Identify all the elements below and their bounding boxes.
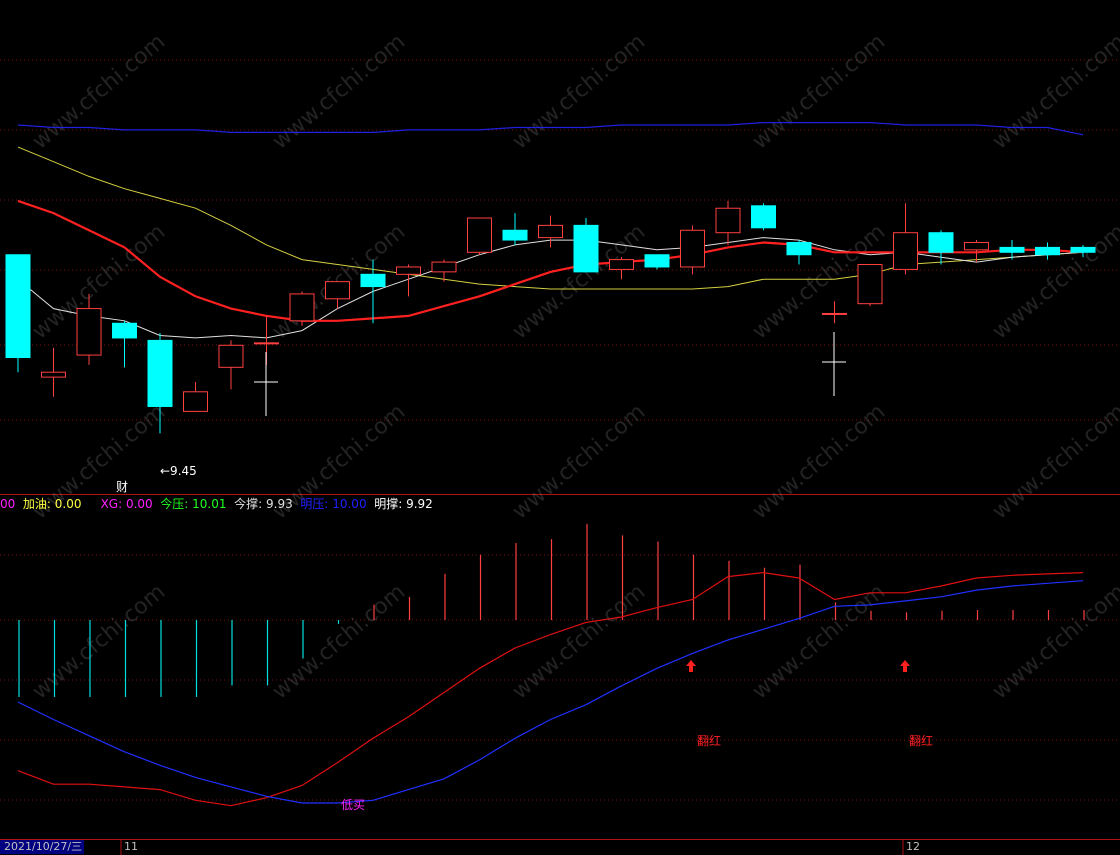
candle-body-3 — [112, 322, 137, 339]
candle-body-7 — [254, 342, 279, 345]
indicator-item-6: 明撑: 9.92 — [366, 497, 433, 511]
candle-body-9 — [325, 281, 350, 300]
candle-24 — [857, 264, 883, 307]
candle-body-18 — [644, 254, 670, 268]
candle-body-22 — [786, 242, 812, 256]
candle-29 — [1035, 242, 1060, 260]
grid-lines — [0, 59, 1120, 855]
candle-body-6 — [218, 344, 244, 368]
candle-body-12 — [431, 261, 457, 273]
candle-25 — [893, 203, 918, 275]
up-arrow-icon — [900, 660, 910, 672]
candle-body-13 — [467, 217, 492, 253]
candle-3 — [112, 320, 137, 368]
candle-body-10 — [360, 273, 386, 288]
candle-body-30 — [1070, 246, 1096, 253]
candle-16 — [573, 218, 599, 273]
candle-23 — [822, 301, 847, 324]
indicator-item-5: 明压: 10.00 — [292, 497, 367, 511]
oscillator-lines — [17, 571, 1084, 807]
watermark-9: www.cfchi.com — [988, 219, 1120, 344]
candle-1 — [41, 347, 66, 397]
osc-blue-line — [17, 580, 1084, 804]
candle-17 — [609, 257, 634, 280]
candle-body-14 — [502, 229, 528, 241]
candle-body-25 — [893, 232, 918, 270]
candle-6 — [218, 340, 244, 390]
indicator-item-2: XG: 0.00 — [81, 497, 153, 511]
watermark-15: www.cfchi.com — [28, 579, 170, 704]
candle-body-2 — [76, 308, 102, 356]
signal-flip-red-1: 翻红 — [697, 734, 722, 748]
candle-11 — [396, 264, 421, 297]
candle-20 — [715, 200, 741, 245]
candle-body-26 — [928, 232, 954, 253]
candle-body-20 — [715, 207, 741, 234]
candle-body-16 — [573, 224, 599, 273]
stock-chart-window: www.cfchi.com www.cfchi.com www.cfchi.com w… — [0, 0, 1120, 855]
watermark-1: www.cfchi.com — [268, 29, 410, 154]
indicator-item-4: 今撑: 9.93 — [226, 497, 293, 511]
candle-26 — [928, 230, 954, 265]
candle-body-29 — [1035, 246, 1060, 256]
candle-body-19 — [680, 229, 705, 268]
candle-5 — [183, 382, 208, 412]
chart-canvas: www.cfchi.com www.cfchi.com www.cfchi.com w… — [0, 29, 1120, 855]
cursor-date: 2021/10/27/三 — [0, 840, 85, 854]
candle-0 — [5, 254, 31, 373]
candle-body-4 — [147, 339, 173, 407]
date-axis: 2021/10/27/三 11 12 — [0, 839, 1120, 855]
signal-low-buy: 低买 — [341, 798, 366, 812]
candle-body-21 — [751, 205, 776, 229]
low-price-marker: ←9.45 — [160, 464, 197, 478]
candle-body-15 — [538, 224, 563, 239]
candle-body-24 — [857, 264, 883, 305]
watermark-16: www.cfchi.com — [268, 579, 410, 704]
candle-body-5 — [183, 391, 208, 412]
watermark-12: www.cfchi.com — [508, 399, 650, 524]
watermark-17: www.cfchi.com — [508, 579, 650, 704]
month-label-11: 11 — [124, 840, 138, 853]
candle-body-0 — [5, 254, 31, 359]
indicator-item-1: 加油: 0.00 — [15, 497, 82, 511]
watermark-13: www.cfchi.com — [748, 399, 890, 524]
candle-15 — [538, 215, 563, 248]
indicator-item-0: 00 — [0, 497, 16, 511]
candle-body-1 — [41, 371, 66, 378]
candle-body-23 — [822, 312, 847, 315]
watermark-layer: www.cfchi.com www.cfchi.com www.cfchi.com w… — [28, 29, 1120, 704]
watermark-19: www.cfchi.com — [988, 579, 1120, 704]
watermark-4: www.cfchi.com — [988, 29, 1120, 154]
candle-body-28 — [999, 246, 1025, 253]
indicator-readout: 00 加油: 0.00 XG: 0.00 今压: 10.01 今撑: 9.93 … — [0, 495, 433, 513]
finance-marker[interactable]: 财 — [116, 478, 128, 495]
candle-14 — [502, 213, 528, 245]
signal-flip-red-2: 翻红 — [909, 734, 934, 748]
candle-body-17 — [609, 259, 634, 270]
candle-22 — [786, 240, 812, 265]
candle-21 — [751, 203, 776, 231]
candle-body-8 — [289, 293, 315, 322]
candle-body-27 — [964, 242, 989, 251]
watermark-0: www.cfchi.com — [28, 29, 170, 154]
month-label-12: 12 — [906, 840, 920, 853]
watermark-18: www.cfchi.com — [748, 579, 890, 704]
watermark-2: www.cfchi.com — [508, 29, 650, 154]
candle-13 — [467, 217, 492, 255]
up-arrow-icon — [686, 660, 696, 672]
candle-19 — [680, 225, 705, 275]
candle-18 — [644, 254, 670, 270]
watermark-3: www.cfchi.com — [748, 29, 890, 154]
indicator-item-3: 今压: 10.01 — [152, 497, 227, 511]
candle-8 — [289, 291, 315, 326]
watermark-14: www.cfchi.com — [988, 399, 1120, 524]
candle-body-11 — [396, 266, 421, 275]
